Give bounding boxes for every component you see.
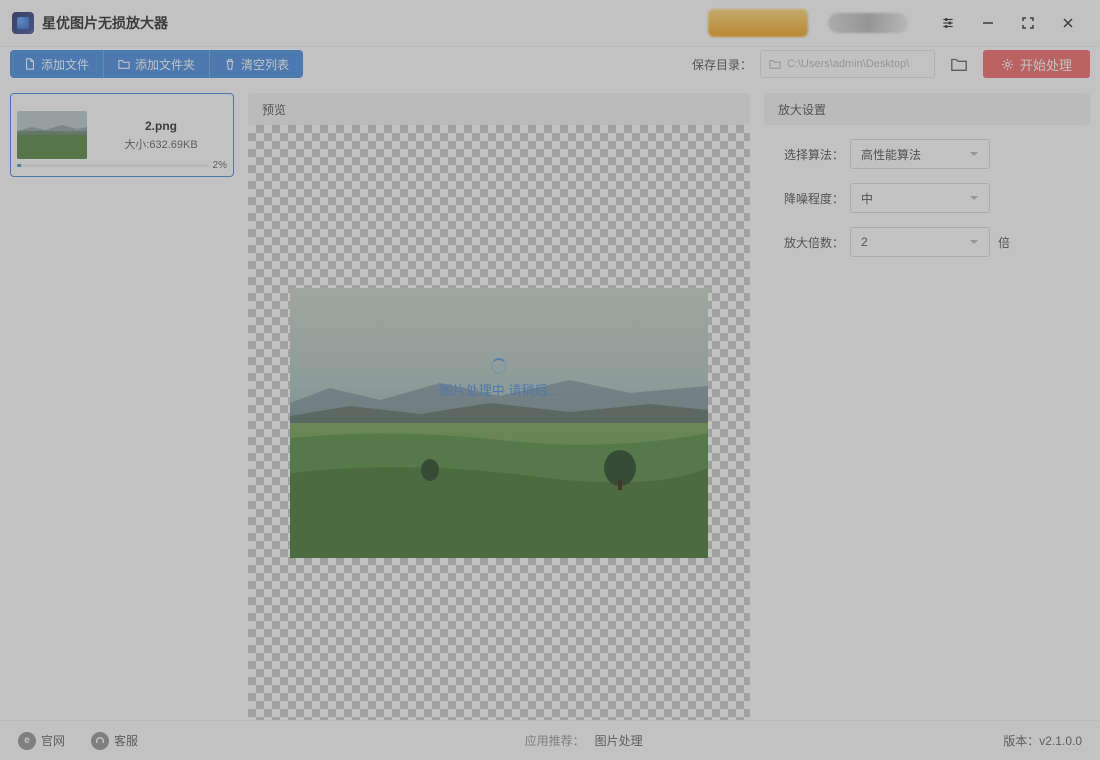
scale-select[interactable]: 2 — [850, 227, 990, 257]
file-icon — [24, 58, 36, 70]
globe-icon: e — [18, 732, 36, 750]
minimize-button[interactable] — [968, 0, 1008, 47]
scale-value: 2 — [861, 235, 868, 249]
app-title: 星优图片无损放大器 — [42, 13, 168, 33]
preview-image: 图片处理中,请稍后... — [290, 288, 708, 558]
save-dir-label: 保存目录： — [692, 56, 752, 73]
folder-small-icon — [769, 58, 781, 70]
file-list-item[interactable]: 2.png 大小:632.69KB 2% — [10, 93, 234, 177]
folder-open-icon — [950, 55, 968, 73]
progress-percent: 2% — [213, 160, 227, 171]
recommend-link[interactable]: 图片处理 — [595, 732, 643, 749]
progress-bar — [17, 164, 209, 167]
add-folder-label: 添加文件夹 — [135, 56, 195, 73]
loading-text: 图片处理中,请稍后... — [440, 380, 558, 399]
app-logo-icon — [12, 12, 34, 34]
settings-panel-title: 放大设置 — [764, 93, 1090, 125]
version-value: v2.1.0.0 — [1039, 734, 1082, 748]
browse-folder-button[interactable] — [945, 50, 973, 78]
file-name: 2.png — [145, 119, 177, 133]
denoise-value: 中 — [861, 190, 873, 207]
scale-unit: 倍 — [998, 234, 1010, 251]
denoise-label: 降噪程度： — [774, 190, 844, 207]
file-thumbnail — [17, 111, 87, 159]
official-label: 官网 — [41, 732, 65, 749]
chevron-down-icon — [969, 237, 979, 247]
clear-list-button[interactable]: 清空列表 — [210, 50, 303, 78]
version-label: 版本： — [1003, 732, 1039, 749]
algo-value: 高性能算法 — [861, 146, 921, 163]
official-site-link[interactable]: e 官网 — [18, 732, 65, 750]
denoise-select[interactable]: 中 — [850, 183, 990, 213]
preview-panel-title: 预览 — [248, 93, 750, 125]
add-file-button[interactable]: 添加文件 — [10, 50, 104, 78]
file-size: 大小:632.69KB — [124, 136, 197, 152]
clear-list-label: 清空列表 — [241, 56, 289, 73]
chevron-down-icon — [969, 149, 979, 159]
start-label: 开始处理 — [1020, 55, 1072, 74]
start-process-button[interactable]: 开始处理 — [983, 50, 1090, 78]
preview-canvas[interactable]: 图片处理中,请稍后... — [248, 125, 750, 720]
support-label: 客服 — [114, 732, 138, 749]
add-folder-button[interactable]: 添加文件夹 — [104, 50, 210, 78]
add-file-label: 添加文件 — [41, 56, 89, 73]
vip-badge[interactable] — [708, 9, 808, 37]
trash-icon — [224, 58, 236, 70]
algo-select[interactable]: 高性能算法 — [850, 139, 990, 169]
gear-icon — [1001, 58, 1014, 71]
close-button[interactable] — [1048, 0, 1088, 47]
headset-icon — [91, 732, 109, 750]
settings-icon[interactable] — [928, 0, 968, 47]
chevron-down-icon — [969, 193, 979, 203]
promo-badge[interactable] — [828, 13, 908, 33]
maximize-button[interactable] — [1008, 0, 1048, 47]
save-path-text: C:\Users\admin\Desktop\ — [787, 58, 909, 70]
algo-label: 选择算法： — [774, 146, 844, 163]
save-path-input[interactable]: C:\Users\admin\Desktop\ — [760, 50, 935, 78]
loading-spinner-icon — [491, 358, 507, 374]
recommend-label: 应用推荐： — [525, 732, 585, 749]
support-link[interactable]: 客服 — [91, 732, 138, 750]
folder-icon — [118, 58, 130, 70]
scale-label: 放大倍数： — [774, 234, 844, 251]
